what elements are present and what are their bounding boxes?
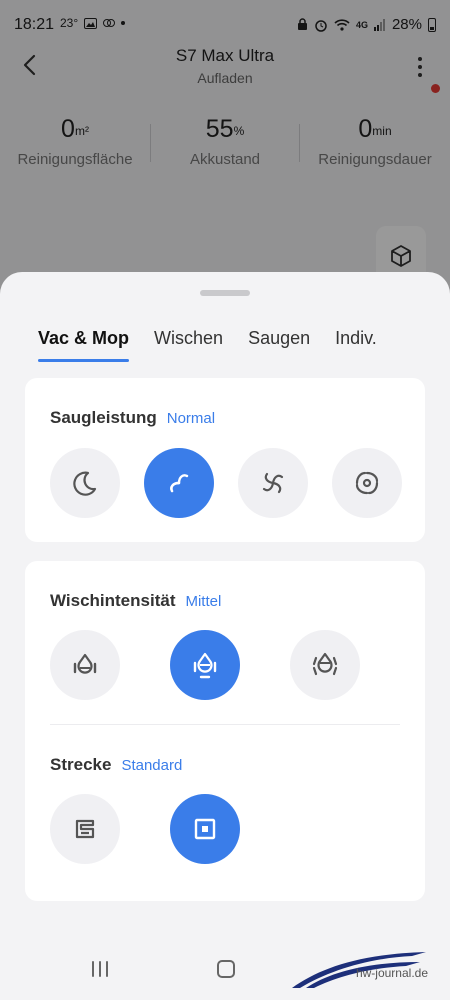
- suction-card: Saugleistung Normal: [25, 378, 425, 542]
- route-title: Strecke Standard: [50, 755, 182, 775]
- home-icon[interactable]: [214, 954, 238, 984]
- route-standard-icon: [194, 818, 216, 840]
- tab-wischen[interactable]: Wischen: [154, 328, 223, 360]
- drop-high-icon: [312, 652, 338, 676]
- watermark-text: hw-journal.de: [355, 966, 428, 980]
- route-fine-icon: [75, 819, 95, 839]
- drop-medium-icon: [193, 652, 217, 679]
- route-value: Standard: [121, 757, 183, 774]
- route-standard-button[interactable]: [170, 794, 240, 864]
- moon-icon: [73, 471, 97, 496]
- mop-card: Wischintensität Mittel Strecke Standard: [25, 561, 425, 901]
- tab-indiv[interactable]: Indiv.: [335, 328, 377, 360]
- mop-high-button[interactable]: [290, 630, 360, 700]
- tab-vac-mop[interactable]: Vac & Mop: [38, 328, 130, 362]
- suction-value: Normal: [166, 410, 216, 427]
- tab-saugen[interactable]: Saugen: [248, 328, 310, 360]
- mop-intensity-title: Wischintensität Mittel: [50, 591, 221, 611]
- suction-normal-button[interactable]: [144, 448, 214, 518]
- fan-max-icon: [355, 471, 379, 495]
- section-divider: [50, 724, 400, 725]
- mop-medium-button[interactable]: [170, 630, 240, 700]
- drag-handle[interactable]: [200, 290, 250, 296]
- fan-turbo-icon: [262, 472, 284, 494]
- suction-turbo-button[interactable]: [238, 448, 308, 518]
- suction-quiet-button[interactable]: [50, 448, 120, 518]
- cleaning-mode-sheet: Vac & Mop Wischen Saugen Indiv. Saugleis…: [0, 272, 450, 1000]
- suction-title: Saugleistung Normal: [50, 408, 215, 428]
- recent-apps-icon[interactable]: [88, 954, 112, 984]
- suction-label: Saugleistung: [50, 408, 157, 427]
- mop-low-button[interactable]: [50, 630, 120, 700]
- mop-intensity-value: Mittel: [185, 593, 222, 610]
- mode-tabs: Vac & Mop Wischen Saugen Indiv.: [38, 328, 402, 362]
- mop-intensity-label: Wischintensität: [50, 591, 176, 610]
- drop-low-icon: [73, 653, 97, 674]
- suction-max-button[interactable]: [332, 448, 402, 518]
- route-fine-button[interactable]: [50, 794, 120, 864]
- route-label: Strecke: [50, 755, 112, 774]
- fan-normal-icon: [170, 474, 189, 493]
